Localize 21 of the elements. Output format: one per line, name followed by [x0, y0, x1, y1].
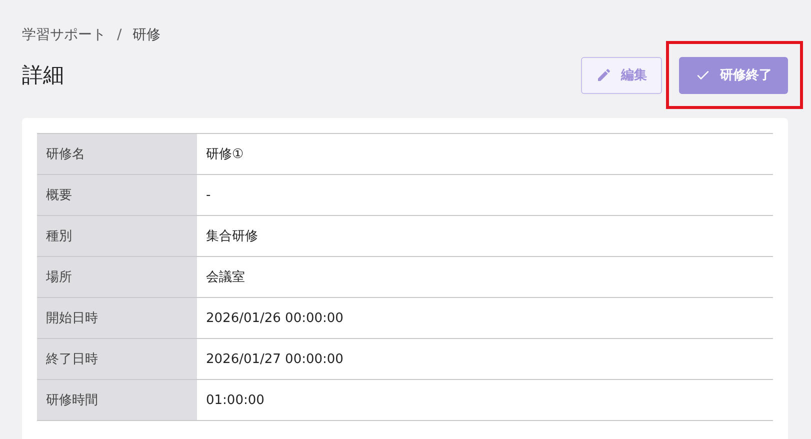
breadcrumb-separator: /	[117, 27, 122, 43]
page-title: 詳細	[22, 62, 64, 89]
field-label: 研修時間	[37, 380, 197, 420]
field-label: 終了日時	[37, 338, 197, 380]
field-value: 2026/01/27 00:00:00	[197, 338, 773, 380]
field-label: 種別	[37, 216, 197, 256]
field-value: 2026/01/26 00:00:00	[197, 298, 773, 338]
field-value: -	[197, 174, 773, 216]
field-value: 01:00:00	[197, 380, 773, 420]
field-value: 研修①	[197, 134, 773, 174]
pencil-icon	[596, 67, 612, 83]
field-label: 開始日時	[37, 298, 197, 338]
breadcrumb-current: 研修	[132, 26, 161, 44]
field-label: 概要	[37, 174, 197, 216]
field-label: 場所	[37, 256, 197, 298]
field-label: 研修名	[37, 134, 197, 174]
field-value: 集合研修	[197, 216, 773, 256]
field-value: 会議室	[197, 256, 773, 298]
breadcrumb-link[interactable]: 学習サポート	[22, 26, 106, 44]
finish-button[interactable]: 研修終了	[679, 56, 788, 94]
edit-button[interactable]: 編集	[581, 56, 662, 94]
